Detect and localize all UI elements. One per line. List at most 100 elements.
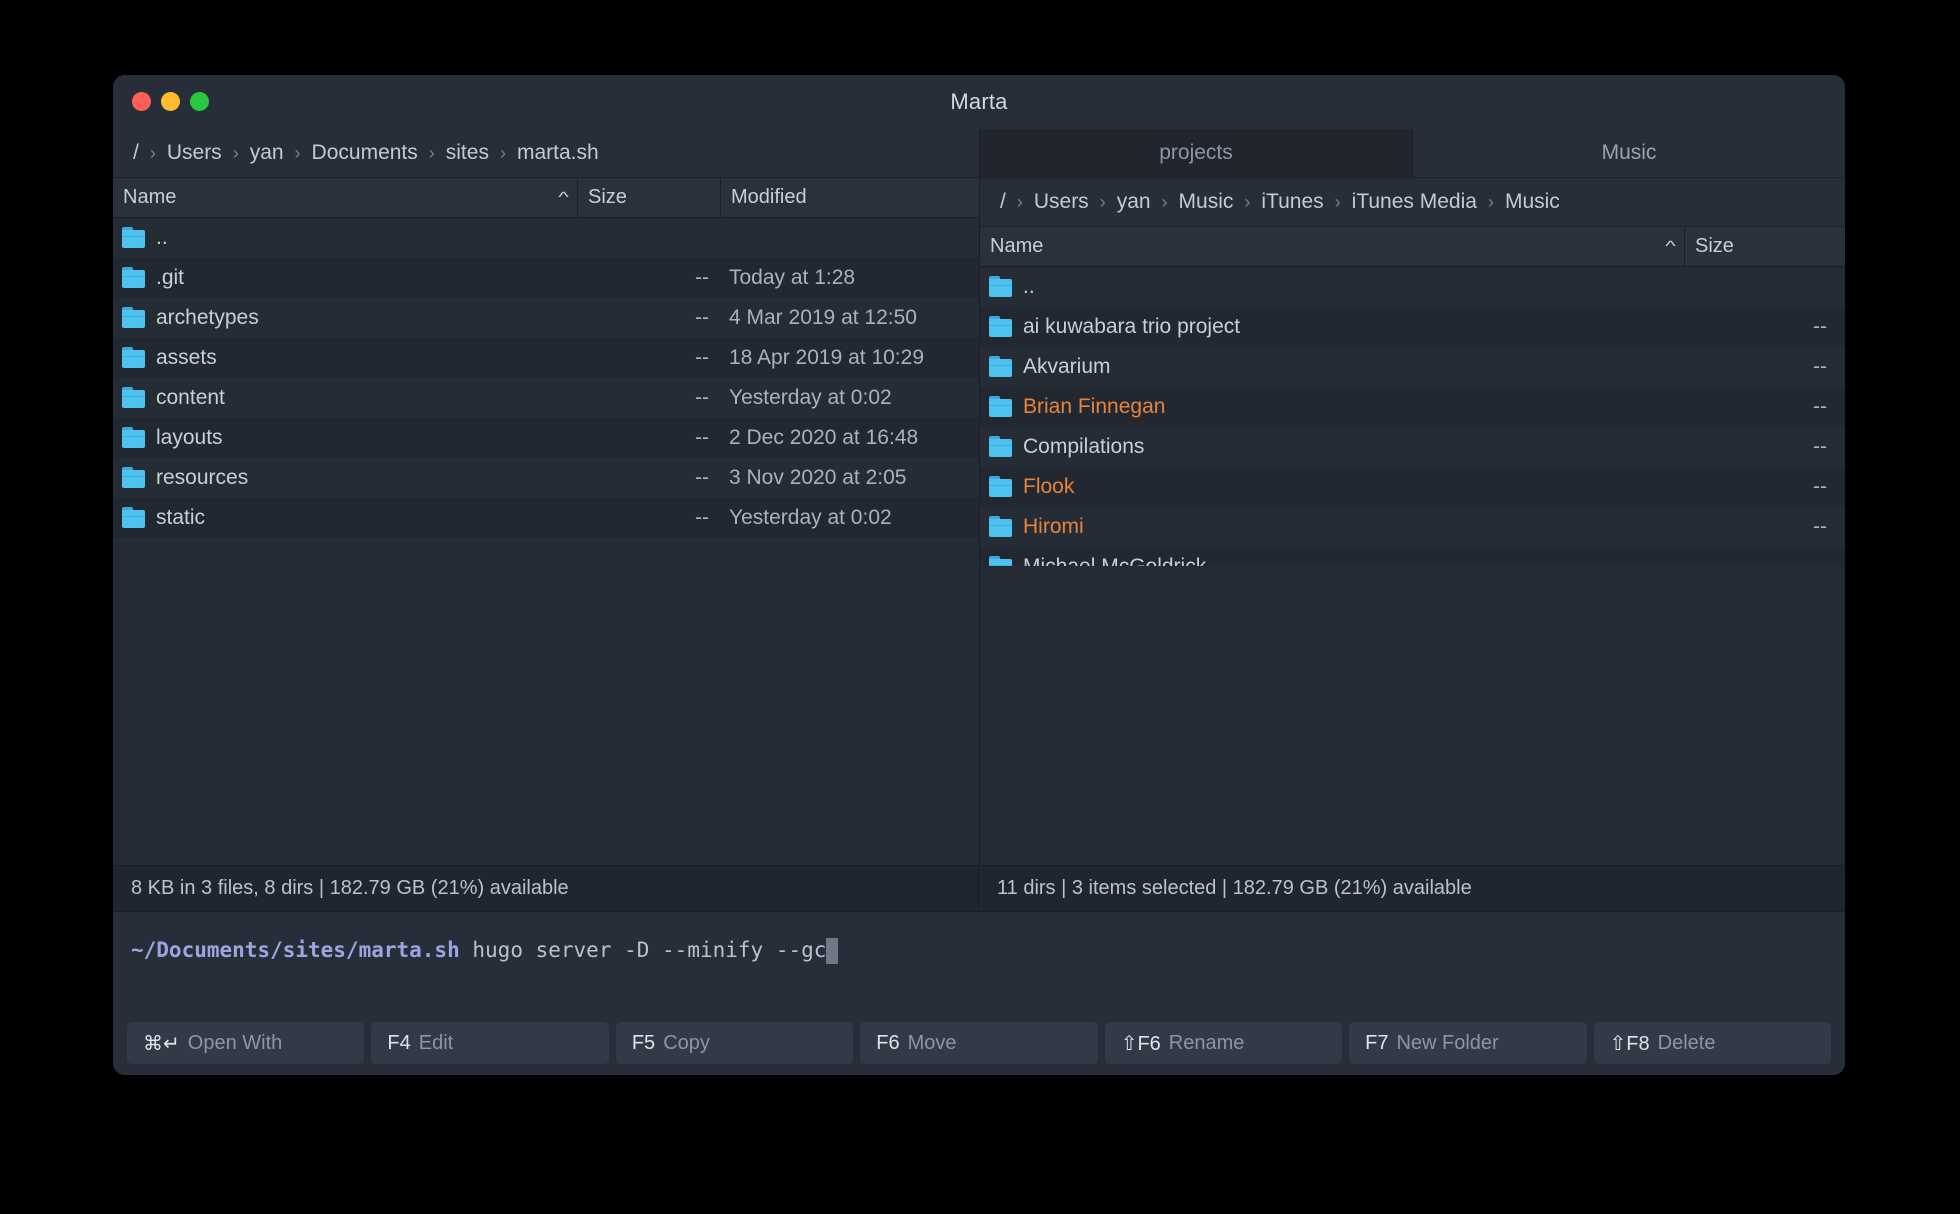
function-key-open-with[interactable]: ⌘↵ Open With: [127, 1022, 365, 1064]
breadcrumb-separator-icon: ›: [1016, 191, 1023, 212]
file-name-cell: layouts: [113, 426, 578, 450]
breadcrumb-item[interactable]: sites: [444, 141, 491, 165]
folder-icon: [989, 356, 1013, 378]
file-name-label: .git: [156, 266, 185, 289]
file-modified-cell: Yesterday at 0:02: [729, 386, 892, 409]
right-pane-breadcrumb[interactable]: / › Users › yan › Music › iTunes › iTunes Media › Mu…: [980, 178, 1845, 227]
tab-projects[interactable]: projects: [979, 129, 1413, 177]
breadcrumb-item[interactable]: yan: [248, 141, 286, 165]
file-name-cell: Michael McGoldrick: [980, 555, 1685, 566]
breadcrumb-separator-icon: ›: [1161, 191, 1168, 212]
folder-icon: [989, 316, 1013, 338]
file-row[interactable]: Compilations --: [980, 427, 1845, 467]
file-name-cell: static: [113, 506, 578, 530]
column-header-name-label: Name: [990, 235, 1044, 257]
left-file-list[interactable]: .. .git -- Today at 1:28 archetypes -- 4 Mar 2…: [113, 218, 979, 542]
file-name-cell: Flook: [980, 475, 1685, 499]
function-key-edit[interactable]: F4 Edit: [371, 1022, 609, 1064]
file-size-cell: --: [695, 346, 709, 369]
function-key-new-folder[interactable]: F7 New Folder: [1349, 1022, 1587, 1064]
left-column-headers: Name ^ Size Modified: [113, 178, 979, 218]
column-header-name[interactable]: Name ^: [113, 178, 578, 217]
terminal-command-text: hugo server -D --minify --gc: [472, 938, 827, 962]
file-modified-cell: 18 Apr 2019 at 10:29: [729, 346, 924, 369]
breadcrumb-item[interactable]: yan: [1115, 190, 1153, 214]
sort-ascending-icon: ^: [558, 189, 569, 206]
tab-label: Music: [1601, 141, 1657, 164]
file-row[interactable]: Hiromi --: [980, 507, 1845, 547]
right-list-empty-area: [980, 566, 1845, 865]
file-name-cell: ai kuwabara trio project: [980, 315, 1685, 339]
left-pane-breadcrumb[interactable]: / › Users › yan › Documents › sites › marta.sh: [113, 129, 979, 178]
file-row[interactable]: assets -- 18 Apr 2019 at 10:29: [113, 338, 979, 378]
command-line[interactable]: ~/Documents/sites/marta.sh hugo server -…: [113, 912, 1845, 1019]
file-row[interactable]: resources -- 3 Nov 2020 at 2:05: [113, 458, 979, 498]
file-row[interactable]: layouts -- 2 Dec 2020 at 16:48: [113, 418, 979, 458]
folder-icon: [122, 227, 146, 249]
breadcrumb-separator-icon: ›: [1099, 191, 1106, 212]
file-name-cell: resources: [113, 466, 578, 490]
breadcrumb-item[interactable]: iTunes: [1259, 190, 1325, 214]
file-modified-cell: 3 Nov 2020 at 2:05: [729, 466, 907, 489]
folder-icon: [989, 276, 1013, 298]
function-key-shortcut: F5: [631, 1031, 656, 1054]
file-row[interactable]: static -- Yesterday at 0:02: [113, 498, 979, 538]
breadcrumb-item[interactable]: Users: [1032, 190, 1091, 214]
file-row[interactable]: ai kuwabara trio project --: [980, 307, 1845, 347]
column-header-size[interactable]: Size: [1685, 227, 1845, 266]
tab-label: projects: [1159, 141, 1233, 164]
breadcrumb-item[interactable]: Music: [1177, 190, 1236, 214]
file-row[interactable]: Michael McGoldrick --: [980, 547, 1845, 566]
file-name-cell: ..: [113, 226, 578, 250]
function-key-shortcut: F7: [1365, 1031, 1389, 1054]
breadcrumb-item[interactable]: /: [998, 190, 1008, 214]
breadcrumb-separator-icon: ›: [294, 142, 301, 163]
function-key-label: Edit: [418, 1031, 454, 1054]
file-name-cell: ..: [980, 275, 1685, 299]
breadcrumb-item[interactable]: /: [131, 141, 141, 165]
breadcrumb-separator-icon: ›: [428, 142, 435, 163]
right-file-list[interactable]: .. ai kuwabara trio project -- Akvarium -- Br…: [980, 267, 1845, 566]
file-size-cell: --: [695, 466, 709, 489]
window-title: Marta: [950, 89, 1008, 114]
file-name-label: resources: [156, 466, 249, 489]
breadcrumb-item[interactable]: marta.sh: [515, 141, 601, 165]
file-row[interactable]: .git -- Today at 1:28: [113, 258, 979, 298]
folder-icon: [989, 556, 1013, 566]
function-key-copy[interactable]: F5 Copy: [615, 1022, 854, 1064]
breadcrumb: / › Users › yan › Music › iTunes › iTunes Media › Mu…: [998, 190, 1562, 214]
file-name-cell: archetypes: [113, 306, 578, 330]
breadcrumb-item[interactable]: Music: [1503, 190, 1562, 214]
file-size-cell: --: [695, 266, 709, 289]
folder-icon: [122, 427, 146, 449]
file-row[interactable]: Brian Finnegan --: [980, 387, 1845, 427]
file-size-cell: --: [1813, 435, 1827, 458]
breadcrumb-item[interactable]: Documents: [310, 141, 420, 165]
file-name-label: Akvarium: [1023, 355, 1111, 378]
function-key-label: Open With: [187, 1031, 283, 1054]
file-row[interactable]: content -- Yesterday at 0:02: [113, 378, 979, 418]
file-row[interactable]: Akvarium --: [980, 347, 1845, 387]
column-header-modified[interactable]: Modified: [721, 178, 979, 217]
title-bar: Marta: [113, 75, 1845, 129]
terminal-space: [460, 938, 473, 962]
breadcrumb-item[interactable]: Users: [165, 141, 224, 165]
folder-icon: [122, 467, 146, 489]
file-row[interactable]: archetypes -- 4 Mar 2019 at 12:50: [113, 298, 979, 338]
column-header-size[interactable]: Size: [578, 178, 721, 217]
function-key-delete[interactable]: ⇧F8 Delete: [1593, 1022, 1831, 1064]
file-row[interactable]: ..: [113, 218, 979, 258]
file-row[interactable]: ..: [980, 267, 1845, 307]
file-name-label: ..: [156, 226, 168, 249]
file-row[interactable]: Flook --: [980, 467, 1845, 507]
breadcrumb-separator-icon: ›: [232, 142, 239, 163]
function-key-move[interactable]: F6 Move: [860, 1022, 1098, 1064]
tab-music[interactable]: Music: [1413, 129, 1845, 177]
breadcrumb-item[interactable]: iTunes Media: [1350, 190, 1479, 214]
function-key-rename[interactable]: ⇧F6 Rename: [1104, 1022, 1343, 1064]
folder-icon: [122, 387, 146, 409]
sort-ascending-icon: ^: [1665, 238, 1676, 255]
column-header-name[interactable]: Name ^: [980, 227, 1685, 266]
tab-bar: projects Music: [979, 129, 1845, 178]
breadcrumb-separator-icon: ›: [1244, 191, 1251, 212]
